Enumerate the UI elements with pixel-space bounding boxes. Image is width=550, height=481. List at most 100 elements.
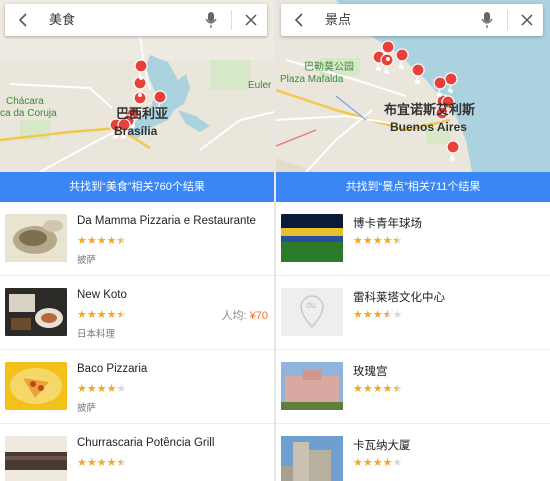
map-city-label-cn: 布宜诺斯艾利斯 — [384, 102, 476, 117]
star-icon: ★★ — [116, 309, 127, 321]
star-icon: ★ — [353, 457, 363, 469]
map-label-park: 巴勒莫公园 — [304, 62, 354, 73]
star-icon: ★ — [353, 309, 363, 321]
star-icon: ★ — [353, 235, 363, 247]
map-label-euler: Euler I — [248, 80, 274, 91]
place-name: 卡瓦纳大厦 — [353, 440, 411, 452]
star-icon: ★★ — [116, 235, 127, 247]
star-icon: ★ — [372, 309, 383, 321]
list-item[interactable]: Churrascaria Potência Grill ★★★★★★ — [0, 424, 274, 481]
search-bar: 美食 — [5, 4, 267, 36]
map-label-plaza: Plaza Mafalda — [280, 74, 344, 85]
star-icon: ★★ — [392, 383, 403, 395]
star-icon: ★★ — [392, 235, 403, 247]
star-icon: ★ — [382, 235, 393, 247]
map-city-label-cn: 巴西利亚 — [116, 106, 169, 121]
map-label-chacara: Chácara — [6, 96, 44, 107]
category-tag: 披萨 — [77, 255, 97, 266]
placeholder-logo-text: du — [306, 300, 317, 310]
star-icon: ★ — [106, 383, 117, 395]
search-bar: 景点 — [281, 4, 543, 36]
star-icon: ★ — [86, 383, 97, 395]
map-pin-placeholder-icon — [300, 295, 324, 329]
star-icon: ★ — [77, 309, 87, 321]
place-name: Baco Pizzaria — [77, 363, 148, 375]
place-name: 博卡青年球场 — [353, 218, 422, 230]
list-item[interactable]: 玫瑰宫 ★★★★★★ — [276, 350, 550, 424]
star-icon: ★★ — [382, 309, 393, 321]
star-rating: ★★★★★★ — [353, 309, 402, 321]
star-icon: ★ — [382, 383, 393, 395]
food-thumbnail — [5, 362, 67, 410]
star-rating: ★★★★★★ — [77, 309, 126, 321]
star-icon: ★ — [77, 235, 87, 247]
category-tag: 日本料理 — [77, 329, 116, 340]
food-thumbnail — [5, 214, 67, 262]
search-divider — [507, 10, 508, 30]
star-icon: ★ — [353, 383, 363, 395]
star-icon: ★ — [382, 457, 393, 469]
search-input[interactable]: 美食 — [49, 4, 75, 36]
place-name: 玫瑰宫 — [353, 366, 388, 378]
star-icon: ★ — [86, 235, 97, 247]
star-icon: ★ — [96, 383, 107, 395]
attraction-thumbnail — [281, 362, 343, 410]
star-rating: ★★★★★ — [353, 457, 402, 469]
star-icon: ★ — [392, 457, 403, 469]
result-list: Da Mamma Pizzaria e Restaurante ★★★★★★ 披… — [0, 202, 274, 481]
star-icon: ★ — [362, 309, 373, 321]
star-icon: ★ — [86, 309, 97, 321]
star-icon: ★ — [372, 457, 383, 469]
attractions-search-panel: 巴勒莫公园 Plaza Mafalda 布宜诺斯艾利斯 Buenos Aires… — [276, 0, 550, 481]
star-icon: ★ — [106, 457, 117, 469]
food-thumbnail — [5, 436, 67, 481]
average-price: 人均: ¥70 — [222, 307, 268, 323]
star-icon: ★ — [106, 235, 117, 247]
star-icon: ★ — [96, 235, 107, 247]
close-icon[interactable] — [511, 4, 543, 36]
list-item[interactable]: Da Mamma Pizzaria e Restaurante ★★★★★★ 披… — [0, 202, 274, 276]
star-icon: ★ — [96, 457, 107, 469]
star-icon: ★ — [77, 383, 87, 395]
list-item[interactable]: du 雷科莱塔文化中心 ★★★★★★ — [276, 276, 550, 350]
list-item[interactable]: New Koto ★★★★★★ 人均: ¥70 日本料理 — [0, 276, 274, 350]
search-divider — [231, 10, 232, 30]
place-name: New Koto — [77, 289, 127, 301]
attraction-thumbnail — [281, 436, 343, 481]
star-icon: ★ — [77, 457, 87, 469]
category-tag: 披萨 — [77, 403, 97, 414]
star-icon: ★ — [362, 383, 373, 395]
star-icon: ★ — [362, 457, 373, 469]
price-value: ¥70 — [249, 310, 268, 322]
star-icon: ★★ — [116, 457, 127, 469]
map-label-coruja: ca da Coruja — [0, 108, 57, 119]
star-icon: ★ — [392, 309, 403, 321]
place-name: Da Mamma Pizzaria e Restaurante — [77, 215, 256, 227]
place-name: Churrascaria Potência Grill — [77, 437, 215, 449]
star-rating: ★★★★★★ — [77, 235, 126, 247]
star-icon: ★ — [362, 235, 373, 247]
star-rating: ★★★★★★ — [353, 235, 402, 247]
star-rating: ★★★★★ — [77, 383, 126, 395]
place-name: 雷科莱塔文化中心 — [353, 292, 445, 304]
microphone-icon[interactable] — [201, 4, 221, 36]
microphone-icon[interactable] — [477, 4, 497, 36]
star-icon: ★ — [86, 457, 97, 469]
back-arrow-icon[interactable] — [281, 4, 317, 36]
star-icon: ★ — [116, 383, 127, 395]
star-rating: ★★★★★★ — [77, 457, 126, 469]
price-label: 人均: — [221, 310, 250, 322]
list-item[interactable]: Baco Pizzaria ★★★★★ 披萨 — [0, 350, 274, 424]
star-icon: ★ — [106, 309, 117, 321]
list-item[interactable]: 卡瓦纳大厦 ★★★★★ — [276, 424, 550, 481]
back-arrow-icon[interactable] — [5, 4, 41, 36]
food-search-panel: Chácara ca da Coruja Euler I 巴西利亚 Brasíl… — [0, 0, 274, 481]
star-icon: ★ — [372, 235, 383, 247]
star-icon: ★ — [372, 383, 383, 395]
attraction-thumbnail — [281, 214, 343, 262]
result-count-banner: 共找到“美食”相关760个结果 — [0, 172, 274, 202]
result-count-banner: 共找到“景点”相关711个结果 — [276, 172, 550, 202]
list-item[interactable]: 博卡青年球场 ★★★★★★ — [276, 202, 550, 276]
search-input[interactable]: 景点 — [325, 4, 351, 36]
close-icon[interactable] — [235, 4, 267, 36]
